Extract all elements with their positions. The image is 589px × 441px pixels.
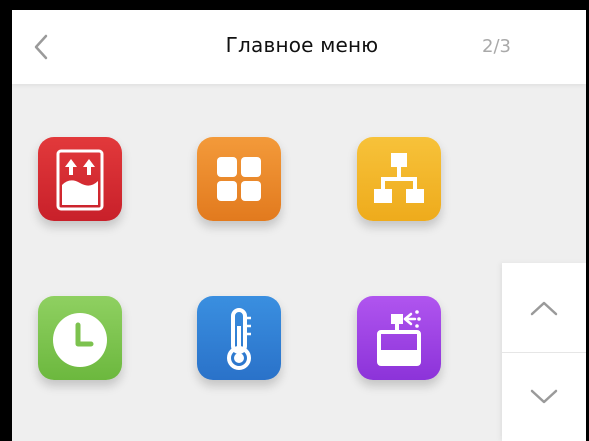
clock-icon	[53, 313, 107, 367]
menu-tile-clock[interactable]	[38, 296, 122, 380]
chevron-down-icon	[530, 389, 558, 403]
network-icon	[374, 153, 424, 203]
page-indicator: 2/3	[482, 36, 511, 57]
page-title: Главное меню	[225, 33, 379, 57]
chevron-up-icon	[530, 301, 558, 315]
chevron-left-icon	[34, 34, 48, 60]
scroll-down-button[interactable]	[502, 352, 586, 441]
menu-tile-temperature[interactable]	[197, 296, 281, 380]
header-bar: Главное меню 2/3	[12, 10, 586, 84]
thermometer-icon	[227, 308, 251, 370]
back-button[interactable]	[26, 30, 56, 64]
menu-tile-sprayer[interactable]	[357, 296, 441, 380]
menu-tile-grid[interactable]	[197, 137, 281, 221]
main-screen: Главное меню 2/3	[12, 10, 586, 441]
menu-tile-network[interactable]	[357, 137, 441, 221]
menu-tile-lift[interactable]	[38, 137, 122, 221]
grid-icon	[217, 157, 261, 201]
scroll-up-button[interactable]	[502, 263, 586, 353]
lift-up-icon	[56, 149, 104, 211]
scroll-panel	[502, 263, 586, 441]
sprayer-icon	[377, 310, 421, 366]
